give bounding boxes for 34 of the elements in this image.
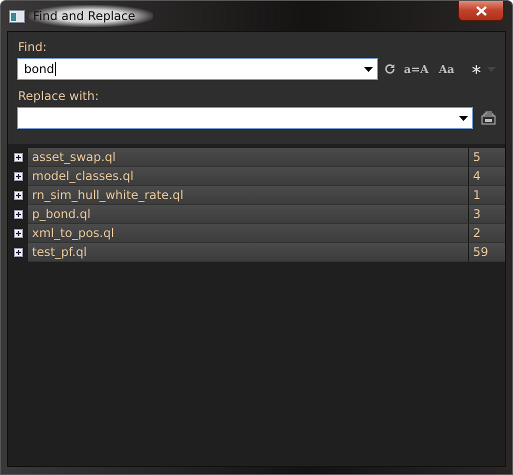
- find-label: Find:: [18, 40, 48, 54]
- match-count: 2: [468, 224, 505, 243]
- file-name[interactable]: test_pf.ql: [28, 243, 468, 262]
- replace-field[interactable]: [17, 107, 473, 129]
- match-count: 59: [468, 243, 505, 262]
- find-field[interactable]: bond: [17, 58, 378, 80]
- file-name[interactable]: rn_sim_hull_white_rate.ql: [28, 186, 468, 205]
- expand-icon[interactable]: [14, 191, 22, 200]
- file-name[interactable]: p_bond.ql: [28, 205, 468, 224]
- expand-icon[interactable]: [14, 229, 22, 238]
- file-name[interactable]: asset_swap.ql: [28, 148, 468, 167]
- caret-icon[interactable]: [364, 66, 374, 72]
- close-icon: [476, 6, 486, 16]
- expand-icon[interactable]: [14, 248, 22, 257]
- replace-all-icon[interactable]: [481, 111, 496, 125]
- asterisk-icon[interactable]: [472, 64, 482, 74]
- option-button[interactable]: Aa: [436, 62, 456, 76]
- expand-icon[interactable]: [14, 210, 22, 219]
- expand-icon[interactable]: [14, 153, 22, 162]
- file-name[interactable]: xml_to_pos.ql: [28, 224, 468, 243]
- match-count: 4: [468, 167, 505, 186]
- option-button[interactable]: a=A: [402, 62, 431, 76]
- expand-icon[interactable]: [14, 172, 22, 181]
- match-count: 3: [468, 205, 505, 224]
- match-count: 1: [468, 186, 505, 205]
- caret-icon[interactable]: [459, 116, 468, 120]
- close-button[interactable]: [458, 1, 504, 21]
- match-count: 5: [468, 148, 505, 167]
- find-text: bond: [24, 62, 56, 76]
- window-icon: [9, 10, 25, 22]
- file-name[interactable]: model_classes.ql: [28, 167, 468, 186]
- replace-label: Replace with:: [18, 89, 100, 103]
- window-title: Find and Replace: [29, 5, 154, 27]
- refresh-icon[interactable]: [384, 63, 396, 75]
